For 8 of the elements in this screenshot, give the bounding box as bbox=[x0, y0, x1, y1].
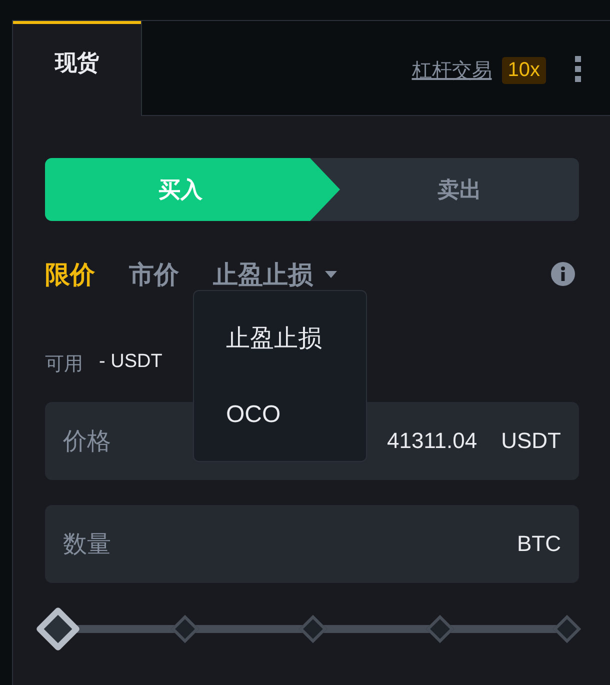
field-unit: BTC bbox=[517, 531, 561, 557]
available-value: - USDT bbox=[99, 351, 162, 374]
field-unit: USDT bbox=[501, 428, 561, 454]
field-label: 数量 bbox=[63, 530, 111, 560]
available-label: 可用 bbox=[45, 353, 83, 377]
leverage-badge: 10x bbox=[502, 56, 546, 84]
field-value: 41311.04 bbox=[386, 428, 478, 454]
field-label: 价格 bbox=[63, 427, 111, 457]
